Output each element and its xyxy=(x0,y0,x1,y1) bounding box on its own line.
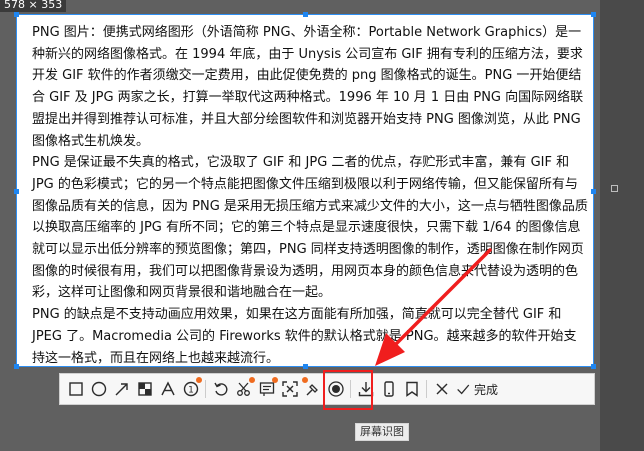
checkmark-icon xyxy=(457,384,470,395)
translate-tool[interactable] xyxy=(255,376,278,402)
options-badge xyxy=(302,377,308,383)
options-badge xyxy=(196,377,202,383)
undo-button[interactable] xyxy=(209,376,232,402)
resize-handle-bottom-left[interactable] xyxy=(14,364,19,369)
resize-handle-bottom-right[interactable] xyxy=(591,364,596,369)
text-icon xyxy=(160,381,175,396)
pin-tool[interactable] xyxy=(301,376,324,402)
capture-selection[interactable]: PNG 图片：便携式网络图形（外语简称 PNG、外语全称：Portable Ne… xyxy=(14,12,596,369)
mosaic-icon xyxy=(137,382,152,396)
resize-handle-top-left[interactable] xyxy=(14,12,19,17)
resize-handle-top-right[interactable] xyxy=(591,12,596,17)
resize-handle-left[interactable] xyxy=(14,189,19,194)
highlight-box xyxy=(323,370,373,410)
circle-icon xyxy=(91,381,106,397)
tooltip: 屏幕识图 xyxy=(355,423,409,441)
text-tool[interactable] xyxy=(156,376,179,402)
close-icon xyxy=(436,383,447,395)
number-marker-tool[interactable]: 1 xyxy=(179,376,202,402)
done-label: 完成 xyxy=(474,382,499,397)
selection-size-label: 578 × 353 xyxy=(0,0,67,12)
screen-recognition-button[interactable] xyxy=(278,376,301,402)
toolbar-divider xyxy=(426,380,427,398)
bookmark-button[interactable] xyxy=(400,376,423,402)
phone-icon xyxy=(383,381,394,397)
paragraph-3: PNG 的缺点是不支持动画应用效果，如果在这方面能有所加强，简直就可以完全替代 … xyxy=(32,307,577,366)
resize-handle-top[interactable] xyxy=(303,12,308,17)
rectangle-icon xyxy=(68,382,83,396)
rectangle-tool[interactable] xyxy=(64,376,87,402)
paragraph-1: PNG 图片：便携式网络图形（外语简称 PNG、外语全称：Portable Ne… xyxy=(32,25,584,149)
cancel-button[interactable] xyxy=(430,376,453,402)
mosaic-tool[interactable] xyxy=(133,376,156,402)
bookmark-icon xyxy=(405,381,418,397)
paragraph-2: PNG 是保证最不失真的格式，它汲取了 GIF 和 JPG 二者的优点，存贮形式… xyxy=(32,155,588,301)
arrow-icon xyxy=(115,383,128,396)
background-window-edge xyxy=(600,0,644,451)
captured-document-text: PNG 图片：便携式网络图形（外语简称 PNG、外语全称：Portable Ne… xyxy=(32,22,588,369)
svg-text:1: 1 xyxy=(188,386,194,396)
ellipse-tool[interactable] xyxy=(87,376,110,402)
send-to-phone-button[interactable] xyxy=(377,376,400,402)
resize-handle-right[interactable] xyxy=(591,189,596,194)
undo-icon xyxy=(213,382,227,396)
eraser-tool[interactable] xyxy=(232,376,255,402)
image-recognition-icon xyxy=(281,381,298,397)
background-window-control xyxy=(611,185,618,192)
arrow-tool[interactable] xyxy=(110,376,133,402)
toolbar-divider xyxy=(205,380,206,398)
done-button[interactable]: 完成 xyxy=(455,381,498,398)
